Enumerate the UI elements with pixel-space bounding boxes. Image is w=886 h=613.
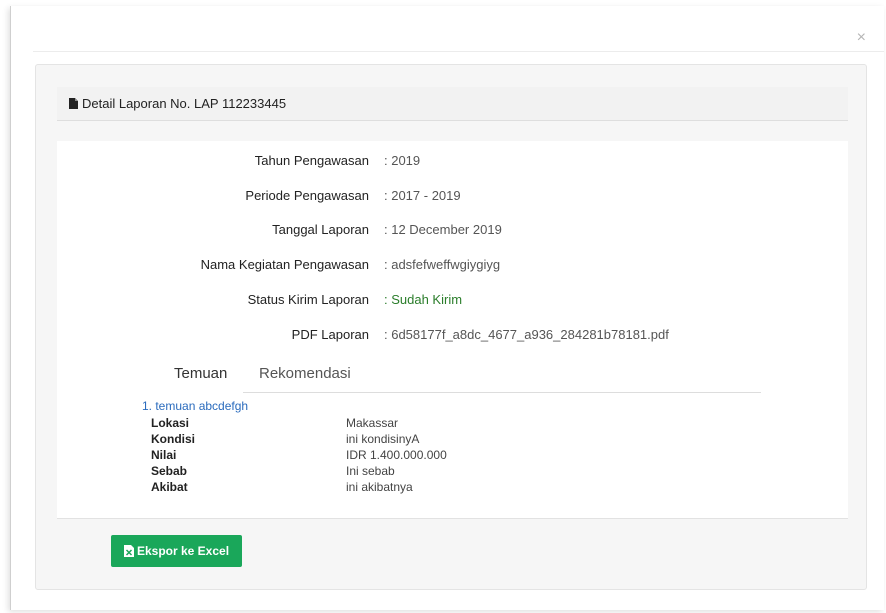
finding-label: Akibat (151, 480, 188, 494)
info-label: Nama Kegiatan Pengawasan (200, 257, 369, 272)
finding-row-nilai: Nilai IDR 1.400.000.000 (57, 448, 848, 463)
finding-title: 1. temuan abcdefgh (142, 399, 249, 413)
info-value: : 12 December 2019 (384, 222, 502, 237)
finding-label: Sebab (151, 464, 188, 478)
info-label: Status Kirim Laporan (247, 292, 369, 307)
info-row-kegiatan: Nama Kegiatan Pengawasan : adsfefweffwgi… (57, 256, 848, 274)
tab-temuan[interactable]: Temuan (158, 355, 244, 393)
modal-header-divider (33, 51, 884, 52)
info-row-periode: Periode Pengawasan : 2017 - 2019 (57, 187, 848, 205)
tab-bar: Temuan Rekomendasi (158, 355, 761, 393)
report-info-panel: Tahun Pengawasan : 2019 Periode Pengawas… (57, 141, 848, 518)
excel-file-icon (123, 545, 134, 557)
detail-title: Detail Laporan No. LAP 112233445 (82, 96, 287, 111)
pdf-link[interactable]: : 6d58177f_a8dc_4677_a936_284281b78181.p… (384, 326, 669, 344)
info-value: : adsfefweffwgiygiyg (384, 257, 501, 272)
status-badge: : Sudah Kirim (384, 292, 463, 307)
report-panel: Detail Laporan No. LAP 112233445 Tahun P… (35, 64, 867, 590)
finding-row-lokasi: Lokasi Makassar (57, 416, 848, 431)
footer-divider (57, 518, 848, 519)
file-icon (69, 98, 78, 109)
tab-rekomendasi[interactable]: Rekomendasi (243, 355, 367, 393)
finding-value: Ini sebab (346, 464, 395, 478)
info-row-tanggal: Tanggal Laporan : 12 December 2019 (57, 221, 848, 239)
info-value: : 2019 (384, 153, 421, 168)
finding-row-kondisi: Kondisi ini kondisinyA (57, 432, 848, 447)
finding-value: Makassar (346, 416, 399, 430)
close-icon[interactable]: × (857, 30, 866, 46)
info-row-tahun: Tahun Pengawasan : 2019 (57, 152, 848, 170)
finding-value: IDR 1.400.000.000 (346, 448, 447, 462)
report-detail-modal: × Detail Laporan No. LAP 112233445 Tahun… (10, 6, 884, 610)
info-row-status: Status Kirim Laporan : Sudah Kirim (57, 291, 848, 309)
info-label: Periode Pengawasan (245, 188, 369, 203)
finding-label: Lokasi (151, 416, 190, 430)
info-label: PDF Laporan (291, 327, 369, 342)
finding-value: ini kondisinyA (346, 432, 420, 446)
detail-header: Detail Laporan No. LAP 112233445 (57, 87, 848, 121)
info-value: : 2017 - 2019 (384, 188, 461, 203)
finding-value: ini akibatnya (346, 480, 413, 494)
info-label: Tanggal Laporan (272, 222, 369, 237)
finding-row-sebab: Sebab Ini sebab (57, 464, 848, 479)
export-excel-button[interactable]: Ekspor ke Excel (111, 535, 242, 567)
finding-row-akibat: Akibat ini akibatnya (57, 480, 848, 495)
info-row-pdf: PDF Laporan : 6d58177f_a8dc_4677_a936_28… (57, 326, 848, 344)
finding-label: Kondisi (151, 432, 195, 446)
finding-label: Nilai (151, 448, 177, 462)
info-label: Tahun Pengawasan (254, 153, 369, 168)
export-label: Ekspor ke Excel (136, 544, 230, 558)
